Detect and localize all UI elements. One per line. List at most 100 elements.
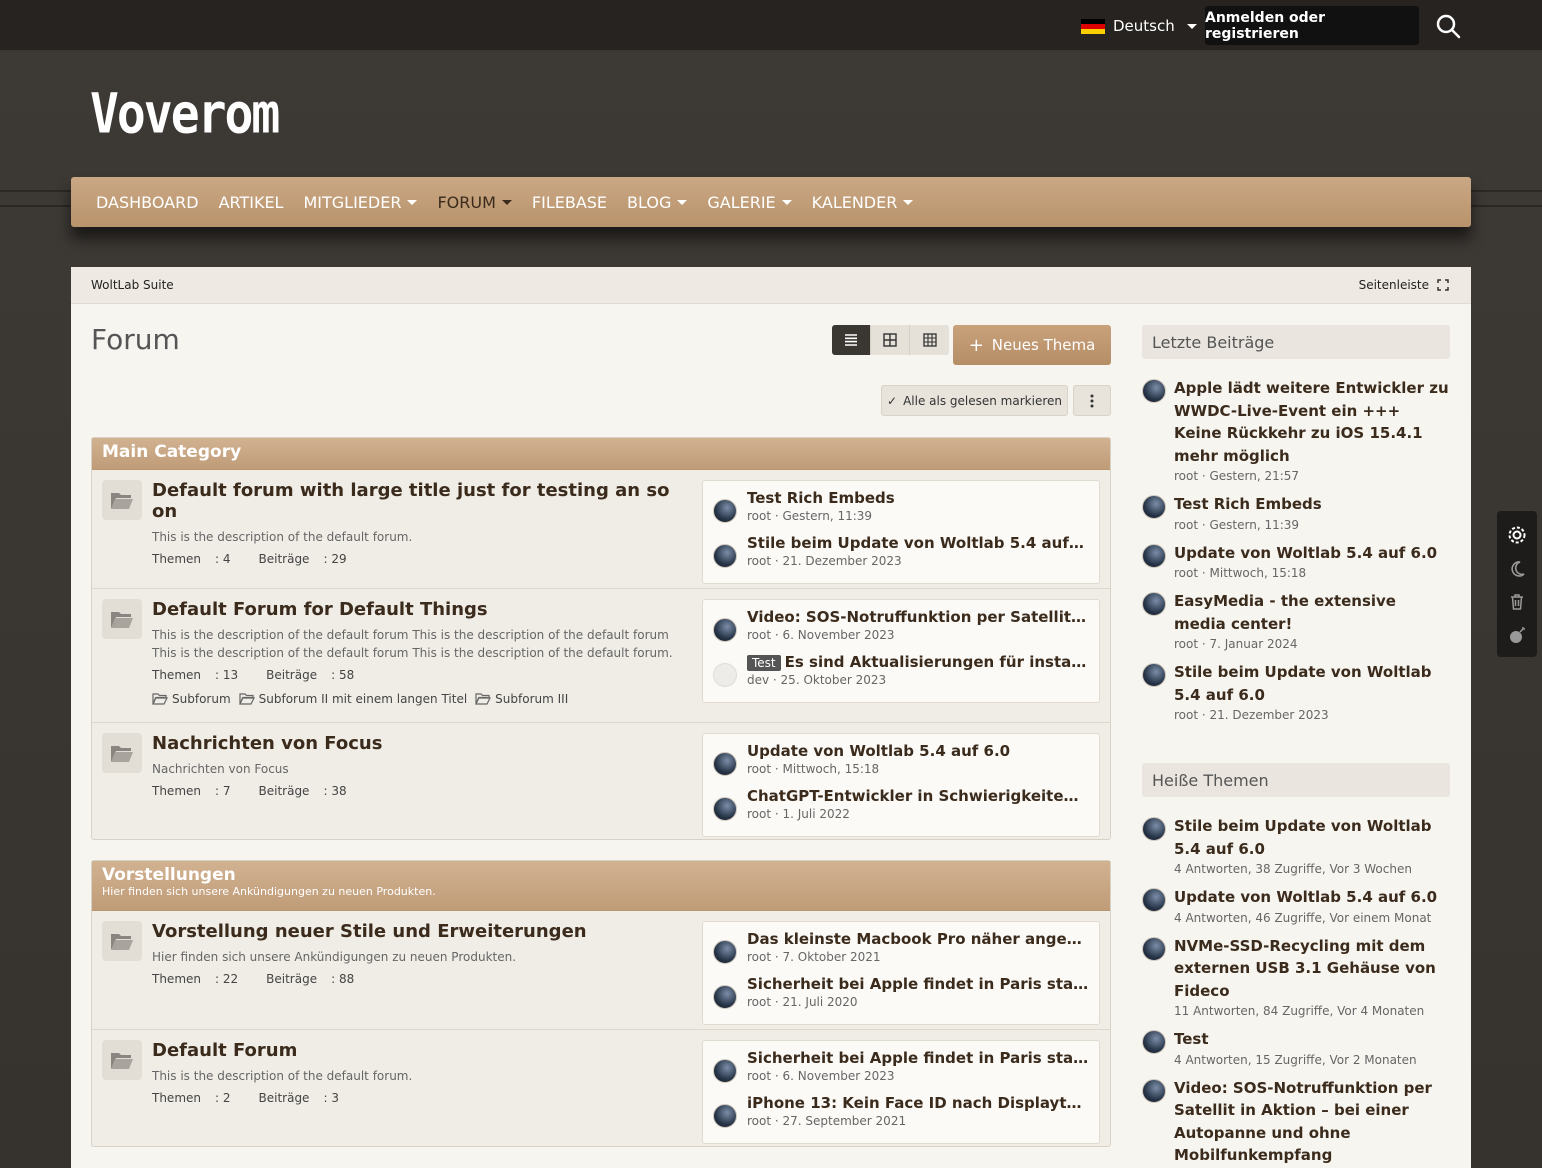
search-icon[interactable]	[1435, 13, 1461, 39]
site-logo[interactable]: Voverom	[90, 82, 280, 146]
forum-title[interactable]: Nachrichten von Focus	[152, 733, 697, 754]
label-badge[interactable]: Test	[747, 655, 781, 671]
avatar[interactable]	[713, 940, 737, 964]
sidebar-item: Update von Woltlab 5.4 auf 6.0 root · Mit…	[1142, 542, 1450, 580]
category-title[interactable]: Main Category	[102, 442, 1100, 462]
avatar[interactable]	[1142, 495, 1166, 519]
language-selector[interactable]: Deutsch	[1081, 13, 1197, 39]
login-button[interactable]: Anmelden oder registrieren	[1205, 6, 1419, 45]
avatar[interactable]	[713, 663, 737, 687]
forum-row: Default Forum This is the description of …	[92, 1029, 1110, 1147]
last-post-title[interactable]: Stile beim Update von Woltlab 5.4 auf 6.…	[747, 532, 1089, 552]
nav-item-dashboard[interactable]: DASHBOARD	[96, 193, 199, 212]
page-title: Forum	[91, 323, 180, 356]
last-post-title[interactable]: Das kleinste Macbook Pro näher angesehen	[747, 928, 1089, 948]
last-post-title[interactable]: ChatGPT-Entwickler in Schwierigkeiten: V…	[747, 785, 1089, 805]
sidebar-item-title[interactable]: Stile beim Update von Woltlab 5.4 auf 6.…	[1174, 815, 1450, 860]
forum-row: Default forum with large title just for …	[92, 470, 1110, 588]
nav-item-galerie[interactable]: GALERIE	[707, 193, 792, 212]
last-post-title[interactable]: Test Rich Embeds	[747, 487, 1089, 507]
folder-icon	[102, 733, 142, 773]
last-post-title-text: ChatGPT-Entwickler in Schwierigkeiten: V…	[747, 787, 1089, 805]
subforum-link[interactable]: Subforum III	[475, 692, 568, 706]
sidebar-item-title[interactable]: Update von Woltlab 5.4 auf 6.0	[1174, 542, 1450, 565]
moon-icon[interactable]	[1508, 560, 1526, 578]
forum-title[interactable]: Default Forum	[152, 1040, 697, 1061]
avatar[interactable]	[713, 797, 737, 821]
last-posts-box: Test Rich Embeds root · Gestern, 11:39 Sti…	[702, 480, 1100, 584]
beitraege-label: Beiträge	[258, 552, 310, 566]
avatar[interactable]	[1142, 379, 1166, 403]
table-view-button[interactable]	[910, 325, 949, 355]
sidebar-toggle[interactable]: Seitenleiste	[1359, 278, 1449, 292]
sidebar-item-title[interactable]: Stile beim Update von Woltlab 5.4 auf 6.…	[1174, 661, 1450, 706]
avatar[interactable]	[713, 499, 737, 523]
last-post-title[interactable]: Test Es sind Aktualisierungen für install…	[747, 651, 1089, 671]
list-view-button[interactable]	[832, 325, 871, 355]
mark-all-read-button[interactable]: ✓ Alle als gelesen markieren	[881, 385, 1068, 416]
last-post-title-text: Stile beim Update von Woltlab 5.4 auf 6.…	[747, 534, 1089, 552]
nav-item-blog[interactable]: BLOG	[627, 193, 688, 212]
forum-stats: Themen: 22 Beiträge: 88	[152, 972, 697, 986]
tile-view-button[interactable]	[871, 325, 910, 355]
sidebar-item-meta: root · Mittwoch, 15:18	[1174, 566, 1307, 580]
chevron-down-icon	[407, 199, 418, 205]
sidebar-item-title[interactable]: Video: SOS-Notruffunktion per Satellit i…	[1174, 1077, 1450, 1167]
subforum-link[interactable]: Subforum II mit einem langen Titel	[238, 692, 467, 706]
avatar[interactable]	[1142, 543, 1166, 568]
last-post-title-text: Update von Woltlab 5.4 auf 6.0	[747, 742, 1011, 760]
bomb-icon[interactable]	[1508, 626, 1526, 644]
avatar[interactable]	[713, 985, 737, 1009]
category-title[interactable]: Vorstellungen	[102, 865, 1100, 885]
nav-item-kalender[interactable]: KALENDER	[812, 193, 914, 212]
avatar[interactable]	[1142, 936, 1166, 961]
forum-title[interactable]: Default Forum for Default Things	[152, 599, 697, 620]
nav-item-artikel[interactable]: ARTIKEL	[219, 193, 284, 212]
nav-item-mitglieder[interactable]: MITGLIEDER	[303, 193, 418, 212]
themen-label: Themen	[152, 668, 201, 682]
avatar[interactable]	[713, 618, 737, 642]
sidebar-toggle-label: Seitenleiste	[1358, 278, 1429, 292]
avatar[interactable]	[713, 544, 737, 568]
sidebar-item-title[interactable]: Apple lädt weitere Entwickler zu WWDC-Li…	[1174, 377, 1450, 467]
avatar[interactable]	[1142, 592, 1166, 616]
sidebar-item-title[interactable]: Test	[1174, 1028, 1450, 1051]
breadcrumb-bar: WoltLab Suite Seitenleiste	[71, 267, 1471, 304]
avatar[interactable]	[1142, 1078, 1166, 1103]
subforum-link[interactable]: Subforum	[152, 692, 231, 706]
folder-icon	[102, 599, 142, 639]
more-options-button[interactable]	[1073, 385, 1111, 416]
breadcrumb[interactable]: WoltLab Suite	[91, 278, 174, 292]
avatar[interactable]	[1142, 888, 1166, 912]
last-post-title[interactable]: Update von Woltlab 5.4 auf 6.0	[747, 740, 1089, 760]
sidebar-item-title[interactable]: NVMe-SSD-Recycling mit dem externen USB …	[1174, 935, 1450, 1003]
forum-title[interactable]: Default forum with large title just for …	[152, 480, 697, 522]
avatar[interactable]	[1142, 1030, 1166, 1054]
nav-item-forum[interactable]: FORUM	[437, 193, 512, 212]
themen-count: 7	[222, 784, 231, 798]
avatar[interactable]	[713, 1059, 737, 1083]
forum-title[interactable]: Vorstellung neuer Stile und Erweiterunge…	[152, 921, 697, 942]
last-post-meta: root · 6. November 2023	[747, 628, 895, 642]
forum-info: Default Forum This is the description of …	[152, 1040, 697, 1105]
new-thread-button[interactable]: + Neues Thema	[953, 325, 1111, 365]
avatar[interactable]	[713, 752, 737, 776]
avatar[interactable]	[1142, 817, 1166, 841]
last-post-title[interactable]: Sicherheit bei Apple findet in Paris sta…	[747, 1047, 1089, 1067]
sidebar-item-title[interactable]: EasyMedia - the extensive media center!	[1174, 590, 1450, 635]
last-post-item: Sicherheit bei Apple findet in Paris sta…	[713, 1047, 1089, 1092]
avatar[interactable]	[713, 1104, 737, 1128]
themen-count: 2	[222, 1091, 231, 1105]
last-post-title[interactable]: Video: SOS-Notruffunktion per Satellit i…	[747, 606, 1089, 626]
sidebar-item-title[interactable]: Test Rich Embeds	[1174, 493, 1450, 516]
themen-count: 13	[222, 668, 239, 682]
avatar[interactable]	[1142, 663, 1166, 687]
forum-row: Vorstellung neuer Stile und Erweiterunge…	[92, 911, 1110, 1029]
folder-icon	[102, 921, 142, 961]
last-post-title[interactable]: Sicherheit bei Apple findet in Paris sta…	[747, 973, 1089, 993]
last-post-title[interactable]: iPhone 13: Kein Face ID nach Displaytaus…	[747, 1092, 1089, 1112]
trash-icon[interactable]	[1508, 593, 1526, 611]
gear-icon[interactable]	[1507, 525, 1527, 545]
sidebar-item-title[interactable]: Update von Woltlab 5.4 auf 6.0	[1174, 886, 1450, 909]
nav-item-filebase[interactable]: FILEBASE	[532, 193, 607, 212]
